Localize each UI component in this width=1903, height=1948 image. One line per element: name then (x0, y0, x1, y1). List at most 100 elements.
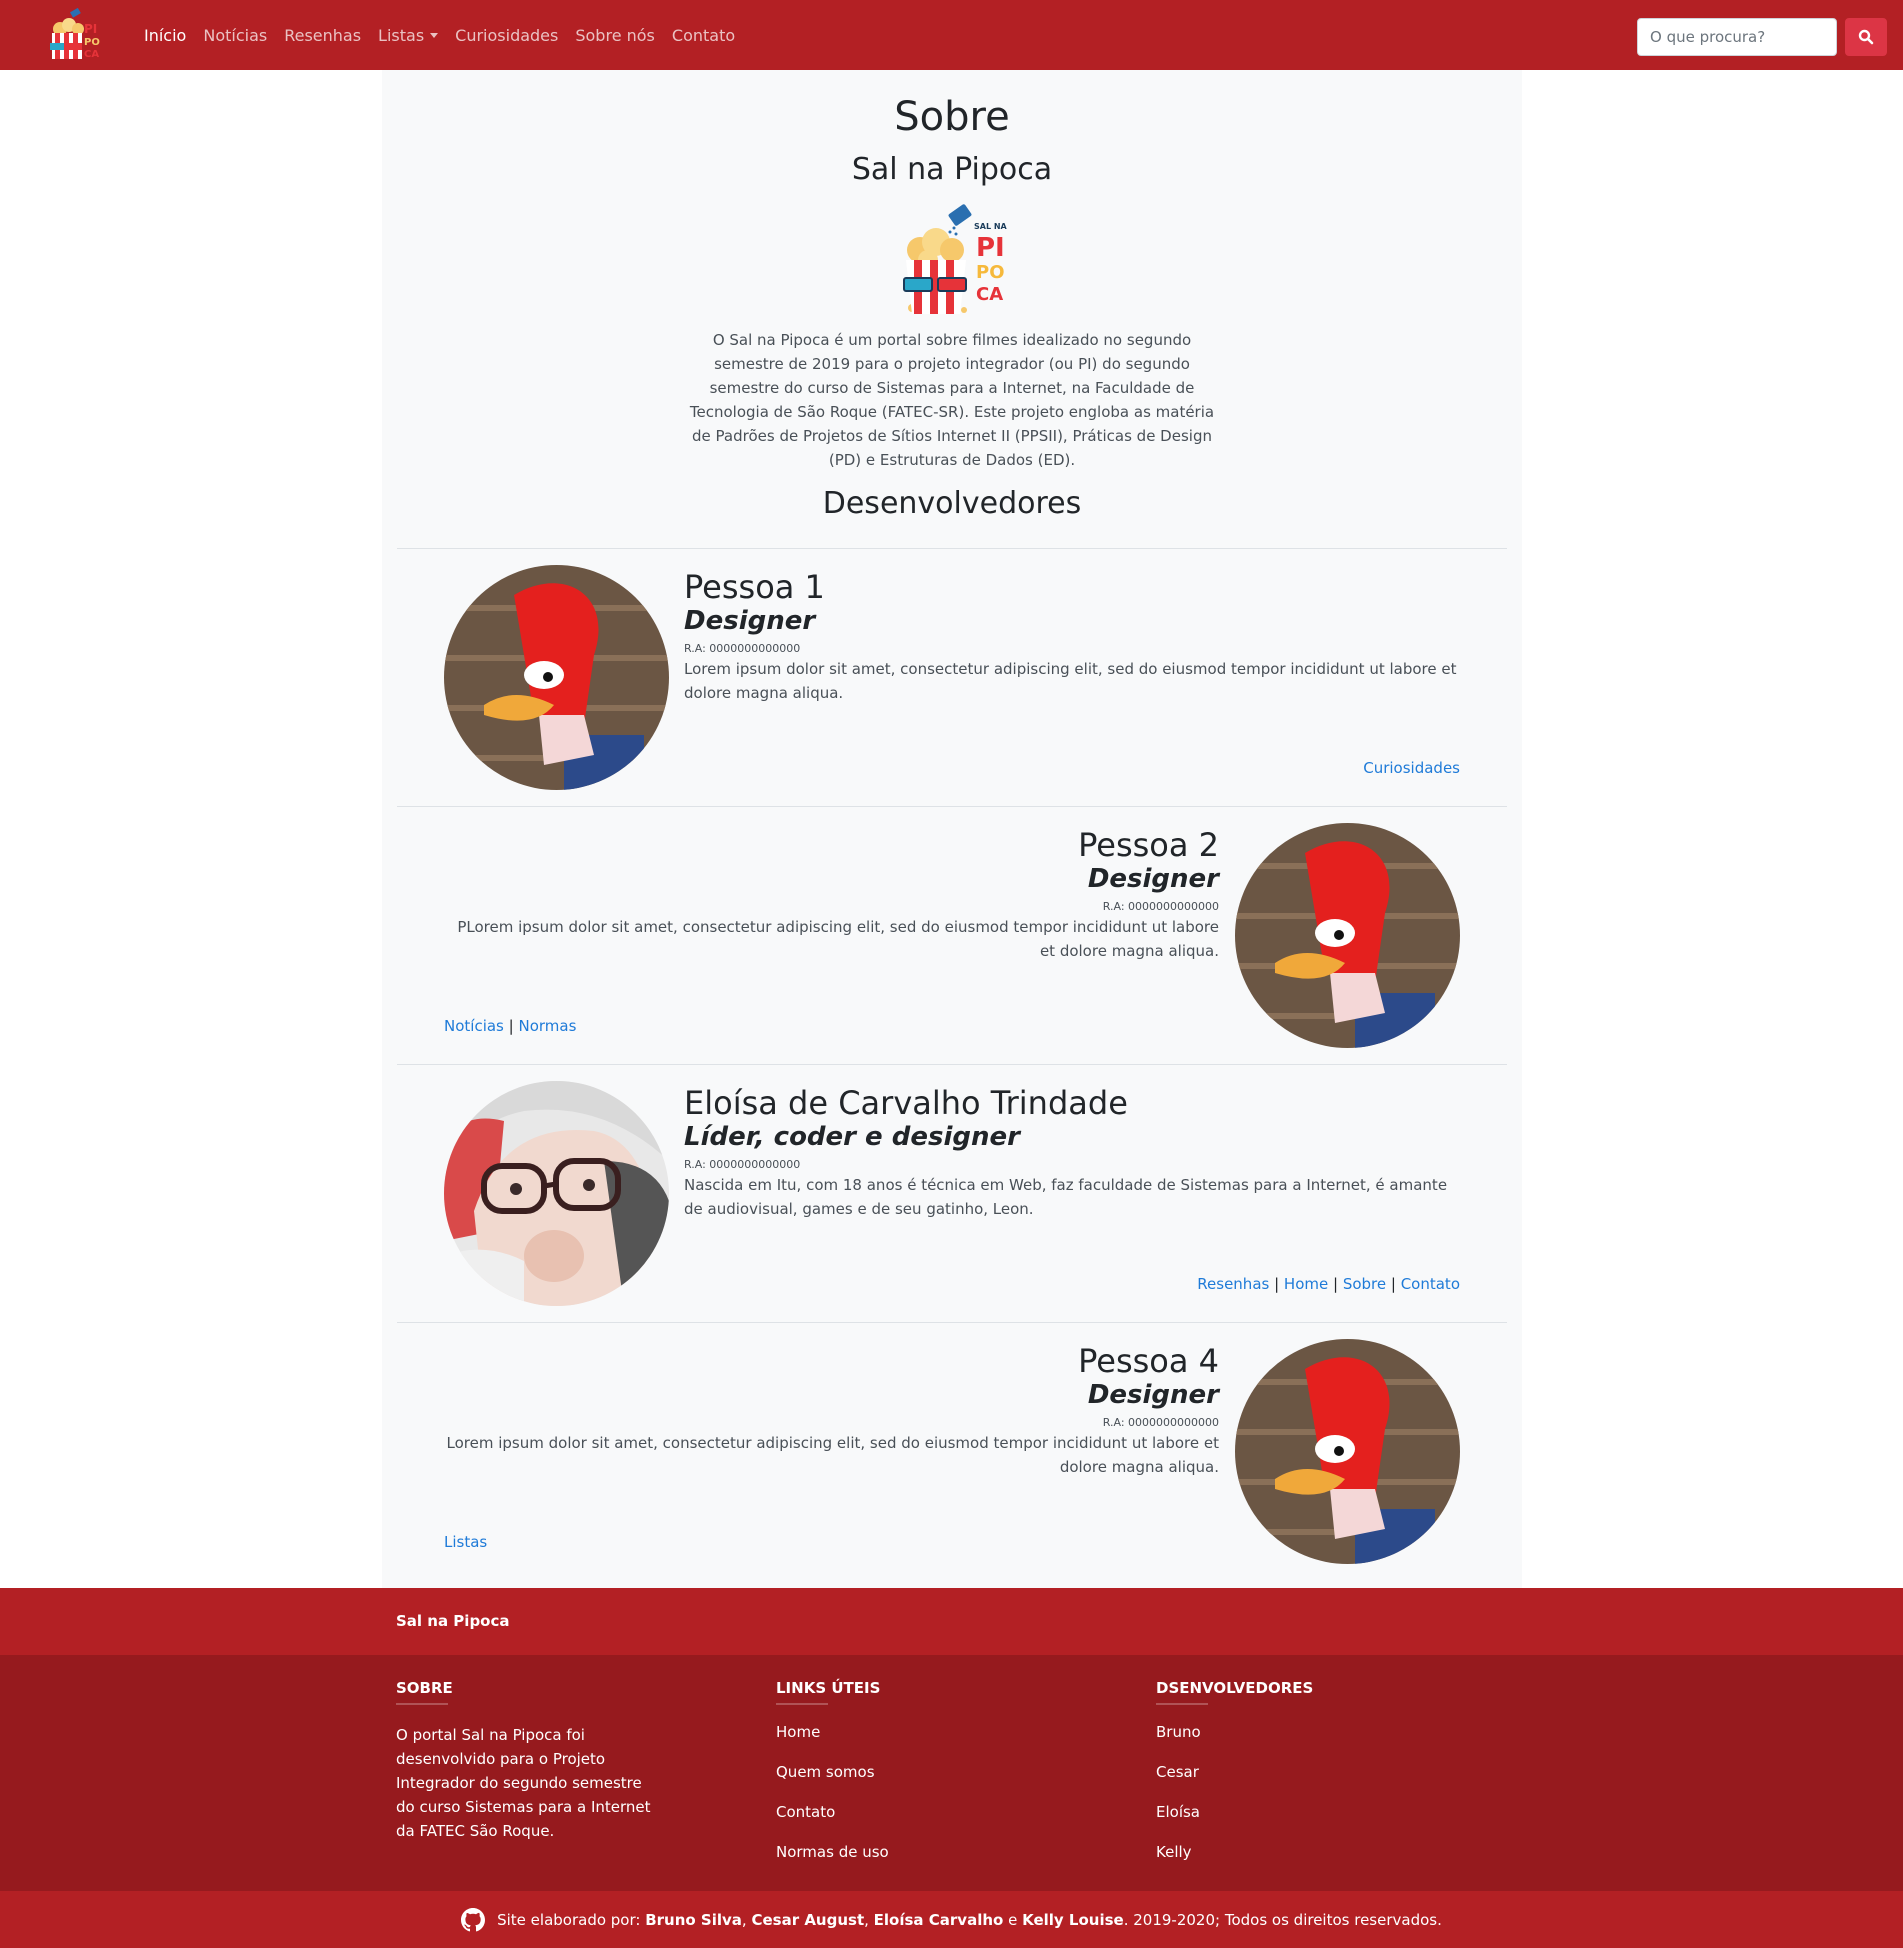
popcorn-logo-icon: PI PO CA (50, 7, 100, 60)
developer-name: Pessoa 2 (1078, 826, 1219, 864)
credit-name: Cesar August (751, 1910, 865, 1929)
svg-text:PO: PO (976, 262, 1005, 283)
developer-role: Designer (684, 606, 816, 636)
svg-text:CA: CA (976, 284, 1003, 305)
footer-columns: SOBRE O portal Sal na Pipoca foi desenvo… (0, 1655, 1903, 1891)
nav-dropdown-listas[interactable]: Listas (378, 25, 439, 45)
nav-link-contato[interactable]: Contato (672, 26, 735, 45)
developer-card: Pessoa 1 Designer R.A: 0000000000000 Lor… (397, 548, 1507, 806)
credits-prefix: Site elaborado por: (497, 1910, 646, 1929)
caret-down-icon (430, 32, 439, 38)
developer-link-curiosidades[interactable]: Curiosidades (1363, 759, 1460, 777)
developer-link-listas[interactable]: Listas (444, 1533, 487, 1551)
developer-name: Pessoa 1 (684, 568, 825, 606)
developer-link-sobre[interactable]: Sobre (1343, 1275, 1386, 1293)
developer-description: PLorem ipsum dolor sit amet, consectetur… (457, 918, 1219, 960)
developer-info: Pessoa 1 Designer R.A: 0000000000000 Lor… (684, 565, 1460, 705)
avatar (444, 565, 669, 790)
main-content: Sobre Sal na Pipoca SAL NA PI PO CA O Sa… (382, 70, 1522, 1588)
footer-about-heading: SOBRE (396, 1679, 453, 1697)
credits-suffix: . 2019-2020; Todos os direitos reservado… (1123, 1910, 1442, 1929)
developer-info: Pessoa 2 Designer R.A: 0000000000000 PLo… (443, 823, 1219, 963)
developer-link-noticias[interactable]: Notícias (444, 1017, 504, 1035)
developers-heading: Desenvolvedores (822, 486, 1082, 521)
svg-text:CA: CA (84, 49, 99, 60)
nav-link-resenhas[interactable]: Resenhas (284, 26, 361, 45)
developer-card: Eloísa de Carvalho Trindade Líder, coder… (397, 1064, 1507, 1322)
svg-text:PI: PI (976, 233, 1005, 263)
about-paragraph: O Sal na Pipoca é um portal sobre filmes… (689, 331, 1215, 469)
top-navbar: PI PO CA Início Notícias Resenhas Listas… (0, 0, 1903, 70)
woodpecker-avatar-icon (1235, 823, 1460, 1048)
github-icon[interactable] (461, 1907, 486, 1932)
developer-ra: R.A: 0000000000000 (1102, 900, 1219, 913)
developer-link-contato[interactable]: Contato (1401, 1275, 1460, 1293)
svg-text:SAL NA: SAL NA (974, 222, 1008, 231)
developer-links: Notícias | Normas (444, 1017, 577, 1035)
credit-separator: e (1003, 1910, 1023, 1929)
footer-devs-heading: DSENVOLVEDORES (1156, 1679, 1314, 1697)
developer-info: Eloísa de Carvalho Trindade Líder, coder… (684, 1081, 1460, 1221)
person-photo-icon (444, 1081, 669, 1306)
developer-link-home[interactable]: Home (1284, 1275, 1328, 1293)
svg-text:PI: PI (84, 22, 97, 36)
developer-ra: R.A: 0000000000000 (1102, 1416, 1219, 1429)
nav-link-inicio[interactable]: Início (144, 26, 186, 45)
brand-logo[interactable]: PI PO CA (46, 7, 106, 65)
divider (776, 1703, 828, 1705)
woodpecker-avatar-icon (1235, 1339, 1460, 1564)
developer-card: Pessoa 4 Designer R.A: 0000000000000 Lor… (397, 1322, 1507, 1580)
page-subtitle: Sal na Pipoca (851, 152, 1053, 187)
sal-na-pipoca-logo: SAL NA PI PO CA (892, 202, 1012, 320)
credit-separator: , (864, 1910, 874, 1929)
footer-dev-cesar[interactable]: Cesar (1156, 1763, 1199, 1781)
search-icon (1858, 29, 1874, 45)
developer-role: Designer (1087, 1380, 1219, 1410)
nav-link-noticias[interactable]: Notícias (203, 26, 267, 45)
divider (396, 1703, 448, 1705)
footer-dev-bruno[interactable]: Bruno (1156, 1723, 1201, 1741)
developer-role: Designer (1087, 864, 1219, 894)
avatar (444, 1081, 669, 1306)
nav-link-curiosidades[interactable]: Curiosidades (455, 26, 558, 45)
nav-links: Início Notícias Resenhas Listas Curiosid… (144, 0, 752, 70)
avatar (1235, 823, 1460, 1048)
footer-links-heading: LINKS ÚTEIS (776, 1679, 881, 1697)
developer-description: Nascida em Itu, com 18 anos é técnica em… (684, 1176, 1448, 1218)
credit-name: Kelly Louise (1022, 1910, 1124, 1929)
developer-link-resenhas[interactable]: Resenhas (1197, 1275, 1269, 1293)
divider (1156, 1703, 1208, 1705)
nav-link-listas-label: Listas (378, 25, 425, 45)
footer-link-quem-somos[interactable]: Quem somos (776, 1763, 875, 1781)
woodpecker-avatar-icon (444, 565, 669, 790)
developer-role: Líder, coder e designer (684, 1122, 1020, 1152)
footer-credits: Site elaborado por: Bruno Silva, Cesar A… (0, 1891, 1903, 1948)
avatar (1235, 1339, 1460, 1564)
search-input[interactable] (1637, 18, 1837, 56)
developer-name: Eloísa de Carvalho Trindade (684, 1084, 1128, 1122)
developer-description: Lorem ipsum dolor sit amet, consectetur … (446, 1434, 1219, 1476)
developer-ra: R.A: 0000000000000 (684, 1158, 801, 1171)
page-title: Sobre (894, 94, 1010, 140)
search-button[interactable] (1845, 18, 1887, 56)
developer-link-normas[interactable]: Normas (518, 1017, 576, 1035)
footer-about-text: O portal Sal na Pipoca foi desenvolvido … (396, 1726, 651, 1840)
nav-link-sobre-nos[interactable]: Sobre nós (575, 26, 655, 45)
developer-description: Lorem ipsum dolor sit amet, consectetur … (684, 660, 1457, 702)
footer-dev-eloisa[interactable]: Eloísa (1156, 1803, 1200, 1821)
developer-links: Listas (444, 1533, 487, 1551)
footer-brand: Sal na Pipoca (396, 1612, 510, 1630)
popcorn-logo-icon: SAL NA PI PO CA (903, 204, 1008, 314)
svg-text:PO: PO (84, 37, 100, 48)
developer-name: Pessoa 4 (1078, 1342, 1219, 1380)
footer-link-home[interactable]: Home (776, 1723, 820, 1741)
developer-links: Curiosidades (1363, 759, 1460, 777)
developer-card: Pessoa 2 Designer R.A: 0000000000000 PLo… (397, 806, 1507, 1064)
developer-links: Resenhas | Home | Sobre | Contato (1197, 1275, 1460, 1293)
credit-name: Eloísa Carvalho (873, 1910, 1004, 1929)
footer-link-normas-de-uso[interactable]: Normas de uso (776, 1843, 889, 1861)
footer-top-bar: Sal na Pipoca (0, 1588, 1903, 1655)
developer-info: Pessoa 4 Designer R.A: 0000000000000 Lor… (443, 1339, 1219, 1479)
footer-link-contato[interactable]: Contato (776, 1803, 835, 1821)
footer-dev-kelly[interactable]: Kelly (1156, 1843, 1192, 1861)
